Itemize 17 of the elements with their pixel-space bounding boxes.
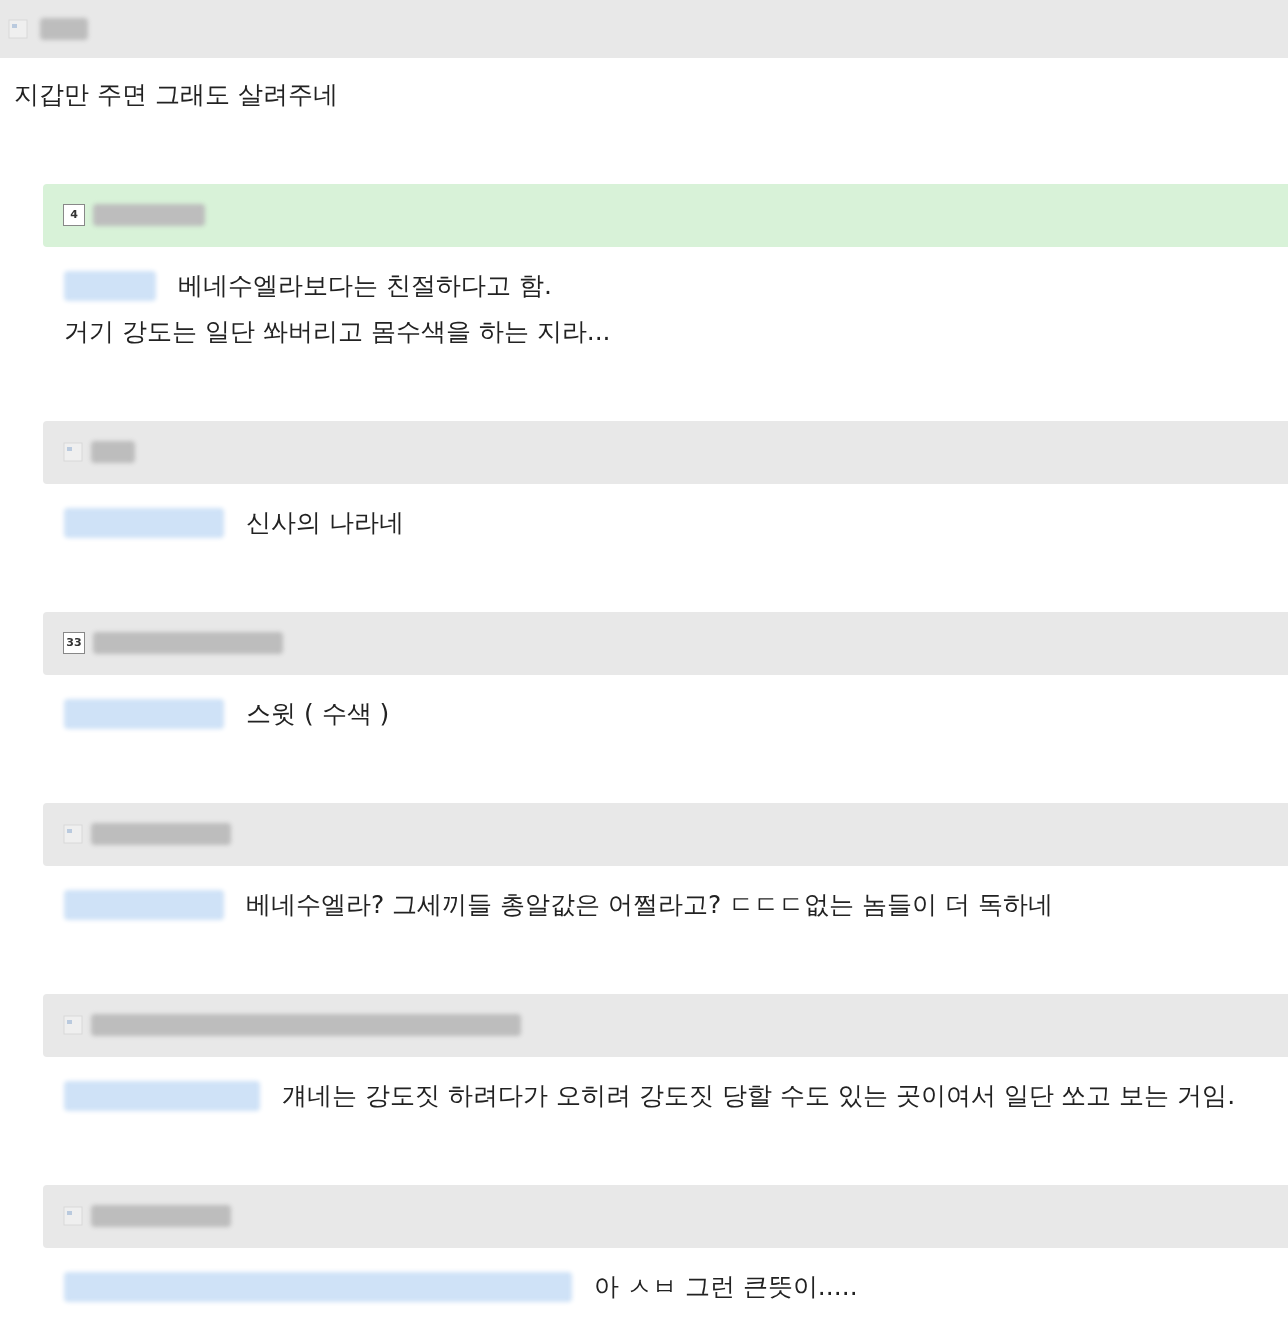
blurred-username xyxy=(91,441,135,463)
image-placeholder-icon xyxy=(63,442,83,462)
blurred-username xyxy=(40,18,88,40)
image-placeholder-icon xyxy=(63,1206,83,1226)
comment-text: 걔네는 강도짓 하려다가 오히려 강도짓 당할 수도 있는 곳이여서 일단 쏘고 보는 거임. xyxy=(282,1079,1236,1112)
comment-text: 스윗 ( 수색 ) xyxy=(246,697,390,730)
image-placeholder-icon xyxy=(63,824,83,844)
post-body: 지갑만 주면 그래도 살려주네 xyxy=(13,79,339,111)
level-badge: 4 xyxy=(63,204,85,226)
comment-text: 베네수엘라? 그세끼들 총알값은 어쩔라고? ㄷㄷㄷ없는 놈들이 더 독하네 xyxy=(246,888,1054,921)
comment-text: 베네수엘라보다는 친절하다고 함. xyxy=(178,269,552,302)
comment-text: 거기 강도는 일단 쏴버리고 몸수색을 하는 지라... xyxy=(64,315,611,348)
image-placeholder-icon xyxy=(63,1015,83,1035)
level-badge: 33 xyxy=(63,632,85,654)
comment-text: 신사의 나라네 xyxy=(246,506,404,539)
comment-text: 아 ㅅㅂ 그런 큰뜻이..... xyxy=(594,1270,858,1303)
image-placeholder-icon xyxy=(8,19,28,39)
